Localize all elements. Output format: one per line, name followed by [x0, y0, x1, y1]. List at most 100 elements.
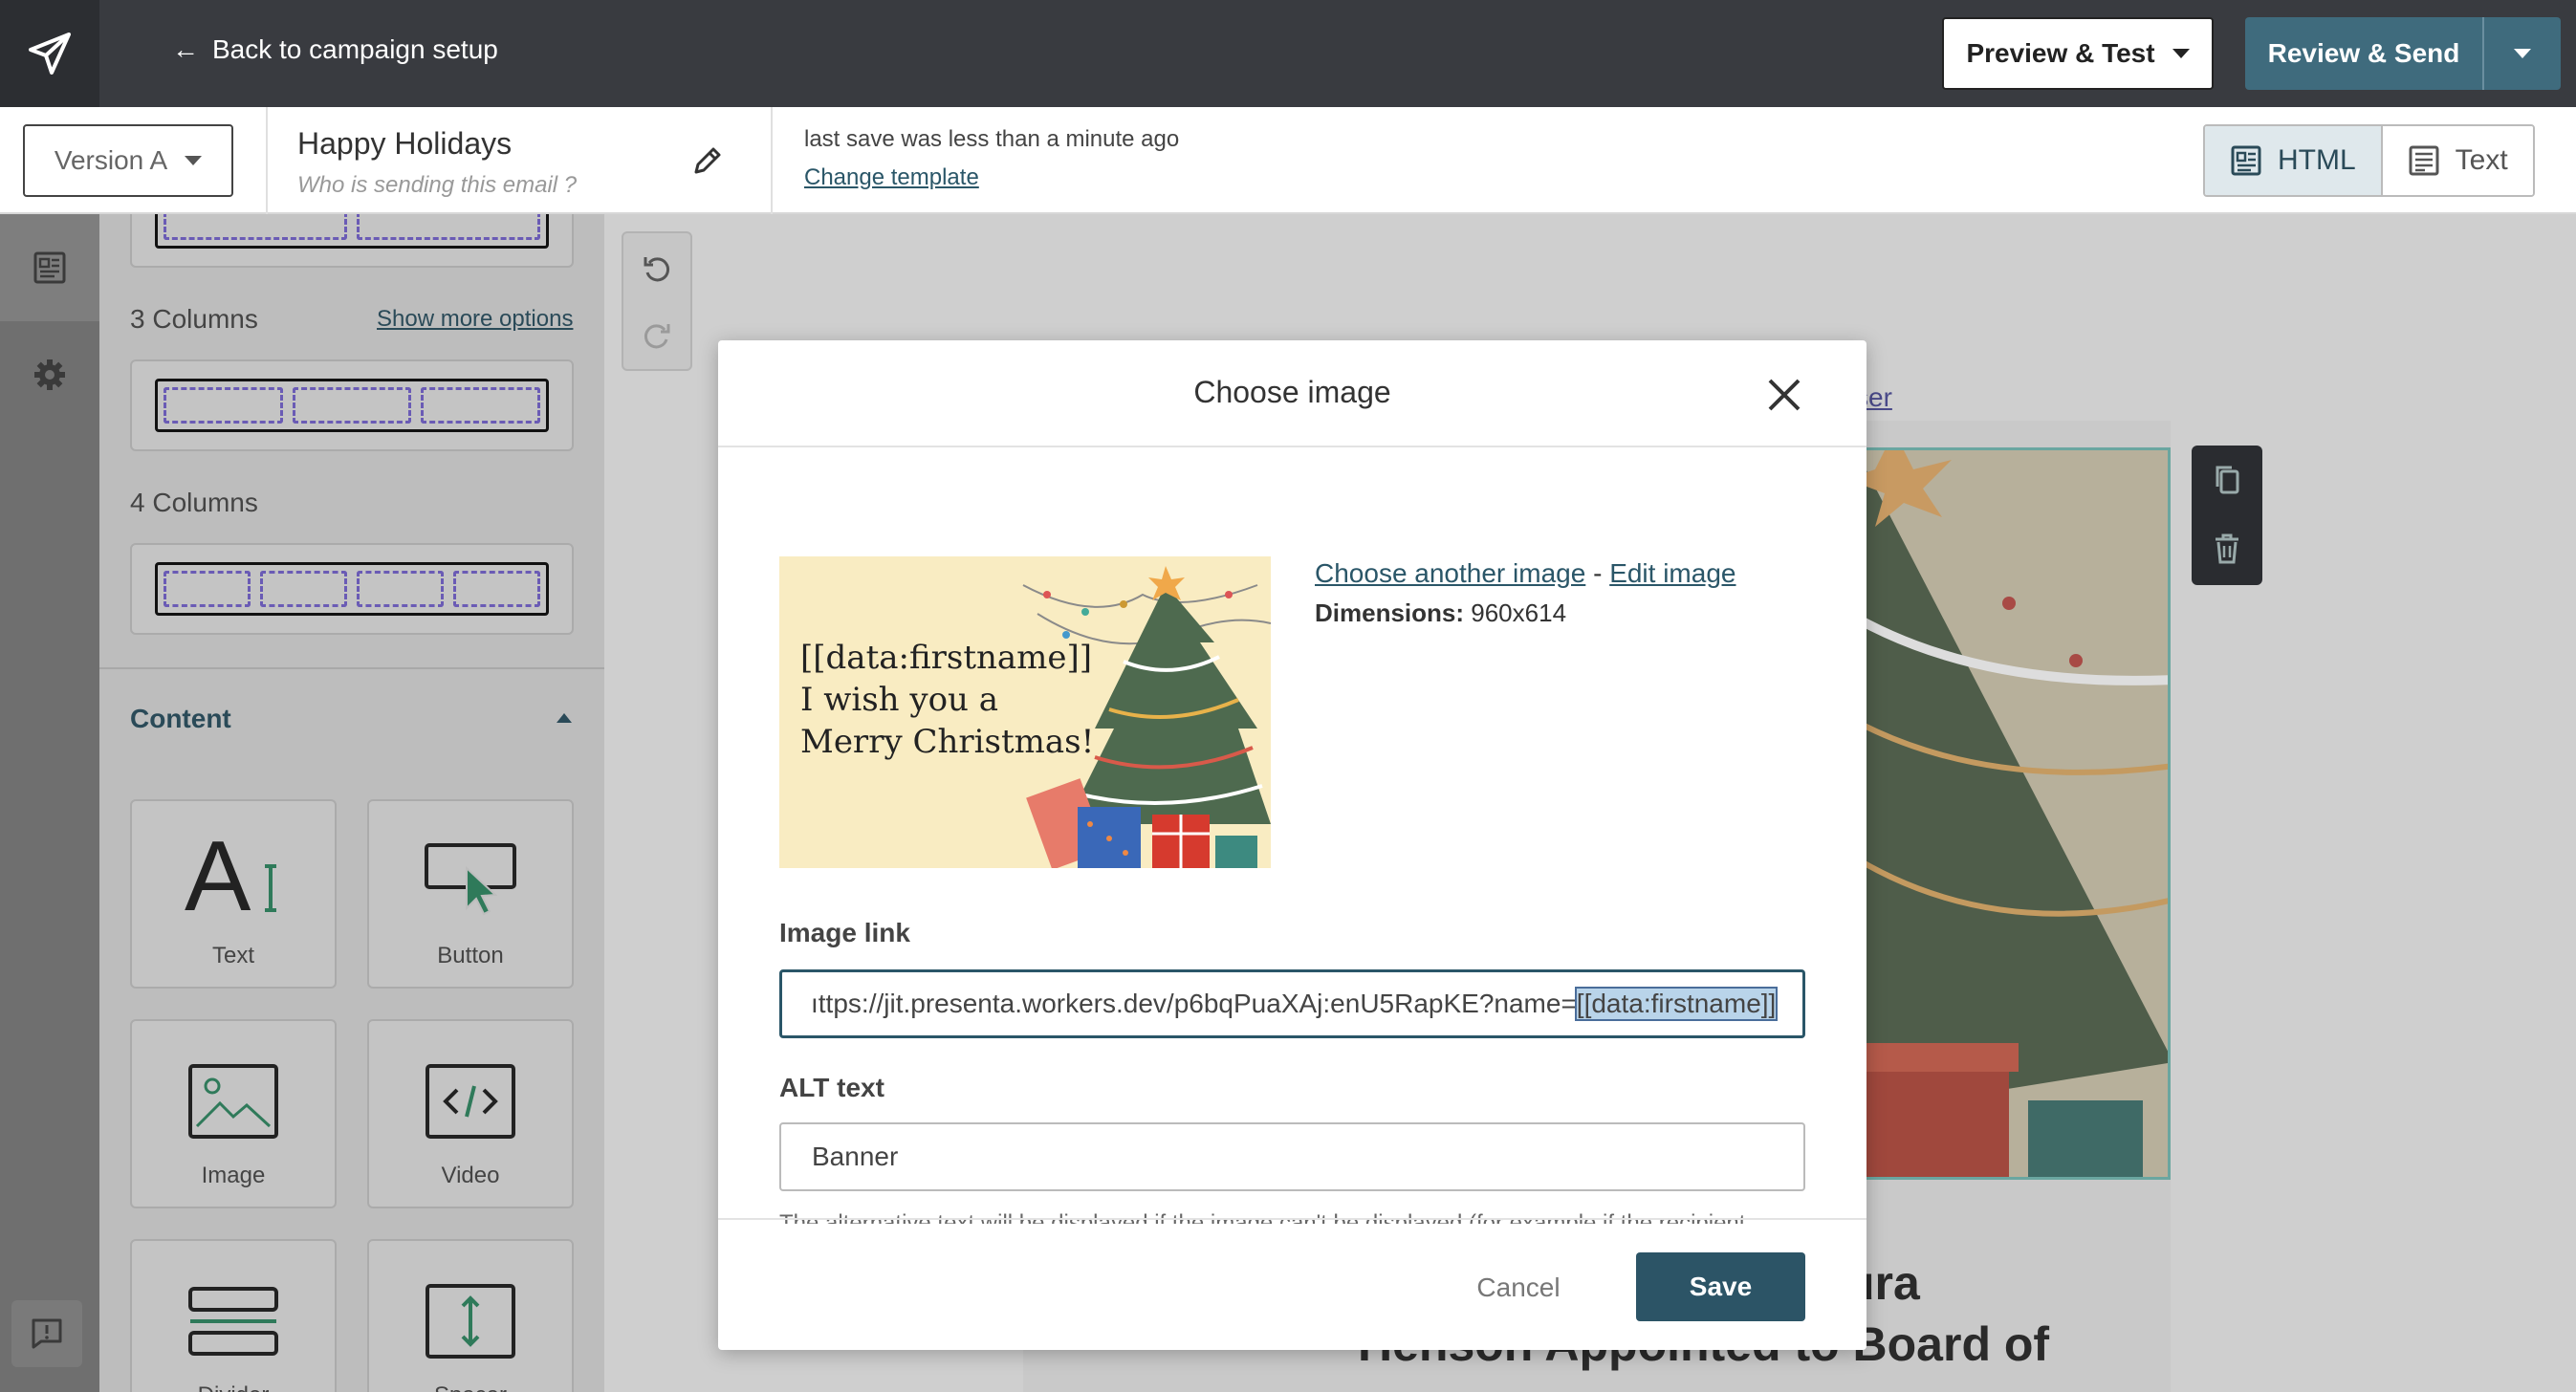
- mode-toggle: HTML Text: [2203, 124, 2535, 197]
- image-link-input[interactable]: ıttps://jit.presenta.workers.dev/p6bqPua…: [779, 969, 1805, 1038]
- tile-label: Divider: [198, 1382, 270, 1392]
- version-select[interactable]: Version A: [23, 124, 233, 197]
- layout-preview: [155, 214, 549, 249]
- layout-3-columns[interactable]: [130, 359, 574, 451]
- button-block-icon: [423, 801, 518, 920]
- cancel-button[interactable]: Cancel: [1447, 1254, 1590, 1321]
- mode-html-button[interactable]: HTML: [2204, 126, 2383, 195]
- text-block-icon: A: [181, 801, 286, 920]
- back-to-campaign-link[interactable]: ← Back to campaign setup: [172, 34, 498, 65]
- code-icon: [425, 1021, 516, 1140]
- block-toolbar: [2192, 446, 2262, 585]
- close-button[interactable]: [1762, 373, 1806, 417]
- modal-title: Choose image: [1193, 375, 1391, 409]
- divider: [99, 667, 604, 669]
- spacer-block-tile[interactable]: Spacer: [367, 1239, 574, 1392]
- layout-4-columns[interactable]: [130, 543, 574, 635]
- modal-footer: Cancel Save: [718, 1218, 1867, 1350]
- show-more-options-link[interactable]: Show more options: [377, 306, 573, 333]
- feedback-button[interactable]: [11, 1300, 82, 1367]
- tile-label: Text: [211, 943, 254, 968]
- three-columns-label: 3 Columns: [130, 304, 258, 334]
- caret-up-icon[interactable]: [557, 713, 572, 723]
- layout-icon: [33, 251, 66, 284]
- mode-text-label: Text: [2455, 144, 2508, 176]
- spacer-block-icon: [425, 1241, 516, 1359]
- undo-icon: [644, 257, 670, 282]
- html-layout-icon: [2231, 145, 2261, 176]
- history-controls: [622, 231, 692, 371]
- edit-image-link[interactable]: Edit image: [1609, 558, 1736, 588]
- save-button[interactable]: Save: [1636, 1252, 1805, 1321]
- svg-text:A: A: [185, 824, 251, 920]
- trash-icon: [2216, 533, 2238, 564]
- review-send-button[interactable]: Review & Send: [2245, 17, 2561, 90]
- mode-text-button[interactable]: Text: [2380, 126, 2533, 195]
- editor-header: Version A Happy Holidays Who is sending …: [0, 107, 2576, 214]
- layout-preview: [155, 562, 549, 616]
- image-dimensions: Dimensions: 960x614: [1315, 598, 1566, 628]
- button-block-tile[interactable]: Button: [367, 799, 574, 989]
- redo-icon: [644, 324, 670, 349]
- tile-label: Image: [201, 1163, 266, 1188]
- email-banner-image[interactable]: [1815, 447, 2171, 1180]
- image-block-tile[interactable]: Image: [130, 1019, 337, 1208]
- email-name[interactable]: Happy Holidays: [297, 126, 512, 162]
- image-link-text: ıttps://jit.presenta.workers.dev/p6bqPua…: [811, 989, 1577, 1018]
- four-columns-label: 4 Columns: [130, 488, 258, 517]
- blocks-panel: 3 Columns Show more options 4 Columns Co…: [99, 214, 604, 1392]
- christmas-tree-illustration: [1818, 450, 2168, 1177]
- dimensions-value: 960x614: [1471, 598, 1567, 627]
- modal-header: Choose image: [718, 340, 1867, 447]
- text-doc-icon: [2409, 145, 2439, 176]
- video-block-tile[interactable]: Video: [367, 1019, 574, 1208]
- divider: [771, 107, 773, 214]
- content-section-heading[interactable]: Content: [130, 704, 231, 734]
- paper-plane-icon: [29, 33, 71, 75]
- sender-placeholder[interactable]: Who is sending this email ?: [297, 172, 577, 199]
- preview-label: Preview & Test: [1966, 38, 2155, 68]
- preview-line: [[data:firstname]]: [800, 639, 1093, 677]
- delete-button[interactable]: [2192, 514, 2262, 583]
- alt-text-label: ALT text: [779, 1073, 884, 1102]
- save-status: last save was less than a minute ago: [804, 126, 1180, 152]
- choose-image-modal: Choose image [[data:firstname]] I wish y…: [718, 340, 1867, 1350]
- tile-label: Button: [437, 943, 504, 968]
- image-preview: [[data:firstname]] I wish you a Merry Ch…: [779, 556, 1271, 868]
- layout-2-columns[interactable]: [130, 214, 574, 268]
- text-block-tile[interactable]: A Text: [130, 799, 337, 989]
- review-send-dropdown[interactable]: [2482, 17, 2561, 90]
- image-link-selection: [[data:firstname]]: [1574, 987, 1779, 1021]
- preview-line: I wish you a: [800, 681, 999, 719]
- caret-down-icon: [185, 156, 203, 165]
- divider-block-icon: [187, 1241, 279, 1359]
- mode-html-label: HTML: [2278, 144, 2356, 176]
- blocks-tab[interactable]: [0, 214, 99, 321]
- duplicate-button[interactable]: [2192, 446, 2262, 514]
- divider-block-tile[interactable]: Divider: [130, 1239, 337, 1392]
- pencil-icon[interactable]: [688, 141, 727, 185]
- caret-down-icon: [2514, 49, 2531, 58]
- image-actions: Choose another image - Edit image: [1315, 558, 1736, 589]
- caret-down-icon: [2172, 49, 2190, 58]
- logo[interactable]: [0, 0, 99, 107]
- image-link-label: Image link: [779, 918, 910, 947]
- divider: [266, 107, 268, 214]
- tile-label: Spacer: [434, 1382, 507, 1392]
- redo-button[interactable]: [623, 302, 690, 369]
- alt-text-value: Banner: [812, 1142, 899, 1171]
- undo-button[interactable]: [623, 235, 690, 302]
- change-template-link[interactable]: Change template: [804, 164, 979, 191]
- alt-text-input[interactable]: Banner: [779, 1122, 1805, 1191]
- settings-tab[interactable]: [0, 321, 99, 428]
- gear-icon: [34, 359, 65, 390]
- feedback-icon: [32, 1318, 62, 1349]
- choose-another-image-link[interactable]: Choose another image: [1315, 558, 1585, 588]
- back-label: Back to campaign setup: [212, 34, 498, 64]
- layout-preview: [155, 379, 549, 432]
- review-send-main[interactable]: Review & Send: [2245, 17, 2482, 90]
- review-send-label: Review & Send: [2267, 38, 2460, 68]
- copy-icon: [2216, 466, 2239, 494]
- dimensions-label: Dimensions:: [1315, 598, 1465, 627]
- preview-test-button[interactable]: Preview & Test: [1942, 17, 2214, 90]
